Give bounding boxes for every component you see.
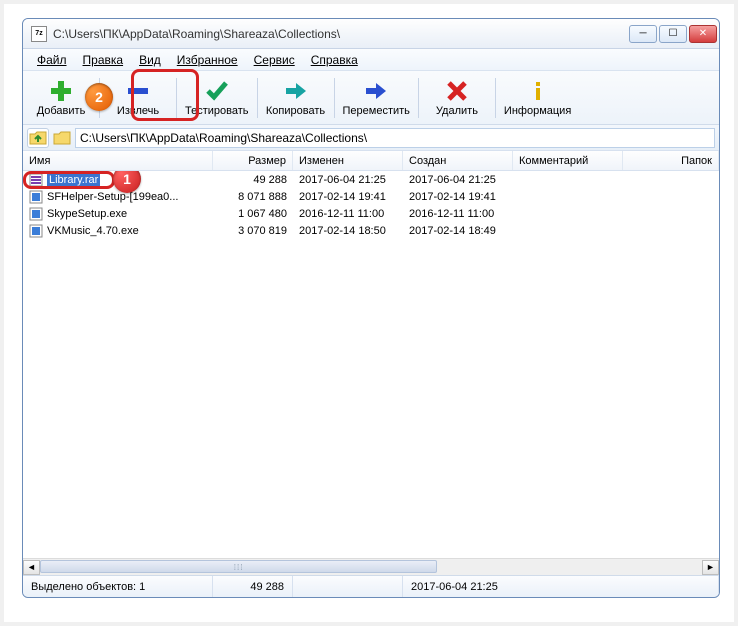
- file-size: 8 071 888: [213, 191, 293, 203]
- file-name: SkypeSetup.exe: [47, 208, 127, 220]
- menu-tools[interactable]: Сервис: [246, 51, 303, 69]
- file-icon: [29, 207, 43, 221]
- minus-icon: [126, 79, 150, 103]
- minimize-button[interactable]: ─: [629, 25, 657, 43]
- status-blank: [293, 576, 403, 597]
- status-size: 49 288: [213, 576, 293, 597]
- file-name: SFHelper-Setup-[199ea0...: [47, 191, 178, 203]
- addressbar: [23, 125, 719, 151]
- toolbar-separator: [334, 78, 335, 118]
- app-icon-7z: 7z: [31, 26, 47, 42]
- menu-help[interactable]: Справка: [303, 51, 366, 69]
- menu-view[interactable]: Вид: [131, 51, 169, 69]
- maximize-icon: ☐: [669, 28, 678, 39]
- menu-edit[interactable]: Правка: [75, 51, 132, 69]
- column-size[interactable]: Размер: [213, 151, 293, 170]
- list-header: Имя Размер Изменен Создан Комментарий Па…: [23, 151, 719, 171]
- file-size: 1 067 480: [213, 208, 293, 220]
- x-icon: [445, 79, 469, 103]
- file-size: 3 070 819: [213, 225, 293, 237]
- file-modified: 2017-06-04 21:25: [293, 174, 403, 186]
- column-created[interactable]: Создан: [403, 151, 513, 170]
- titlebar: 7z C:\Users\ПК\AppData\Roaming\Shareaza\…: [23, 19, 719, 49]
- column-folders[interactable]: Папок: [623, 151, 719, 170]
- file-created: 2017-06-04 21:25: [403, 174, 513, 186]
- maximize-button[interactable]: ☐: [659, 25, 687, 43]
- app-window: 7z C:\Users\ПК\AppData\Roaming\Shareaza\…: [22, 18, 720, 598]
- toolbar-separator: [418, 78, 419, 118]
- file-row[interactable]: SkypeSetup.exe1 067 4802016-12-11 11:002…: [23, 205, 719, 222]
- annotation-badge-2: 2: [85, 83, 113, 111]
- menubar: Файл Правка Вид Избранное Сервис Справка: [23, 49, 719, 71]
- folder-up-icon: [29, 130, 47, 146]
- up-folder-button[interactable]: [27, 128, 49, 148]
- arrow-right-blue-icon: [364, 79, 388, 103]
- file-modified: 2016-12-11 11:00: [293, 208, 403, 220]
- file-icon: [29, 224, 43, 238]
- file-list[interactable]: 1 Library.rar49 2882017-06-04 21:252017-…: [23, 171, 719, 558]
- file-created: 2016-12-11 11:00: [403, 208, 513, 220]
- horizontal-scrollbar[interactable]: ◄ ⁞⁞⁞ ►: [23, 558, 719, 575]
- close-button[interactable]: ✕: [689, 25, 717, 43]
- tool-test[interactable]: Тестировать: [179, 74, 255, 122]
- column-modified[interactable]: Изменен: [293, 151, 403, 170]
- file-row[interactable]: VKMusic_4.70.exe 3 070 8192017-02-14 18:5…: [23, 222, 719, 239]
- file-icon: [29, 190, 43, 204]
- tool-info[interactable]: Информация: [498, 74, 577, 122]
- scroll-left-button[interactable]: ◄: [23, 560, 40, 575]
- toolbar-separator: [257, 78, 258, 118]
- toolbar: Добавить Извлечь Тестировать Копировать: [23, 71, 719, 125]
- check-icon: [205, 79, 229, 103]
- close-icon: ✕: [699, 28, 707, 39]
- status-date: 2017-06-04 21:25: [403, 576, 719, 597]
- menu-favorites[interactable]: Избранное: [169, 51, 246, 69]
- arrow-right-teal-icon: [284, 79, 308, 103]
- column-name[interactable]: Имя: [23, 151, 213, 170]
- scroll-thumb[interactable]: ⁞⁞⁞: [40, 560, 437, 573]
- file-created: 2017-02-14 18:49: [403, 225, 513, 237]
- minimize-icon: ─: [639, 28, 646, 39]
- file-icon: [29, 173, 43, 187]
- file-name: VKMusic_4.70.exe: [47, 225, 139, 237]
- file-created: 2017-02-14 19:41: [403, 191, 513, 203]
- tool-copy[interactable]: Копировать: [260, 74, 332, 122]
- tool-delete[interactable]: Удалить: [421, 74, 493, 122]
- statusbar: Выделено объектов: 1 49 288 2017-06-04 2…: [23, 575, 719, 597]
- info-icon: [526, 79, 550, 103]
- tool-move[interactable]: Переместить: [337, 74, 416, 122]
- scroll-right-button[interactable]: ►: [702, 560, 719, 575]
- toolbar-separator: [495, 78, 496, 118]
- column-comment[interactable]: Комментарий: [513, 151, 623, 170]
- file-modified: 2017-02-14 19:41: [293, 191, 403, 203]
- file-name: Library.rar: [47, 174, 100, 186]
- folder-icon: [53, 130, 71, 146]
- plus-icon: [49, 79, 73, 103]
- window-title: C:\Users\ПК\AppData\Roaming\Shareaza\Col…: [53, 27, 629, 41]
- toolbar-separator: [176, 78, 177, 118]
- scroll-track[interactable]: ⁞⁞⁞: [40, 560, 702, 575]
- status-selection: Выделено объектов: 1: [23, 576, 213, 597]
- address-input[interactable]: [75, 128, 715, 148]
- menu-file[interactable]: Файл: [29, 51, 75, 69]
- file-size: 49 288: [213, 174, 293, 186]
- file-modified: 2017-02-14 18:50: [293, 225, 403, 237]
